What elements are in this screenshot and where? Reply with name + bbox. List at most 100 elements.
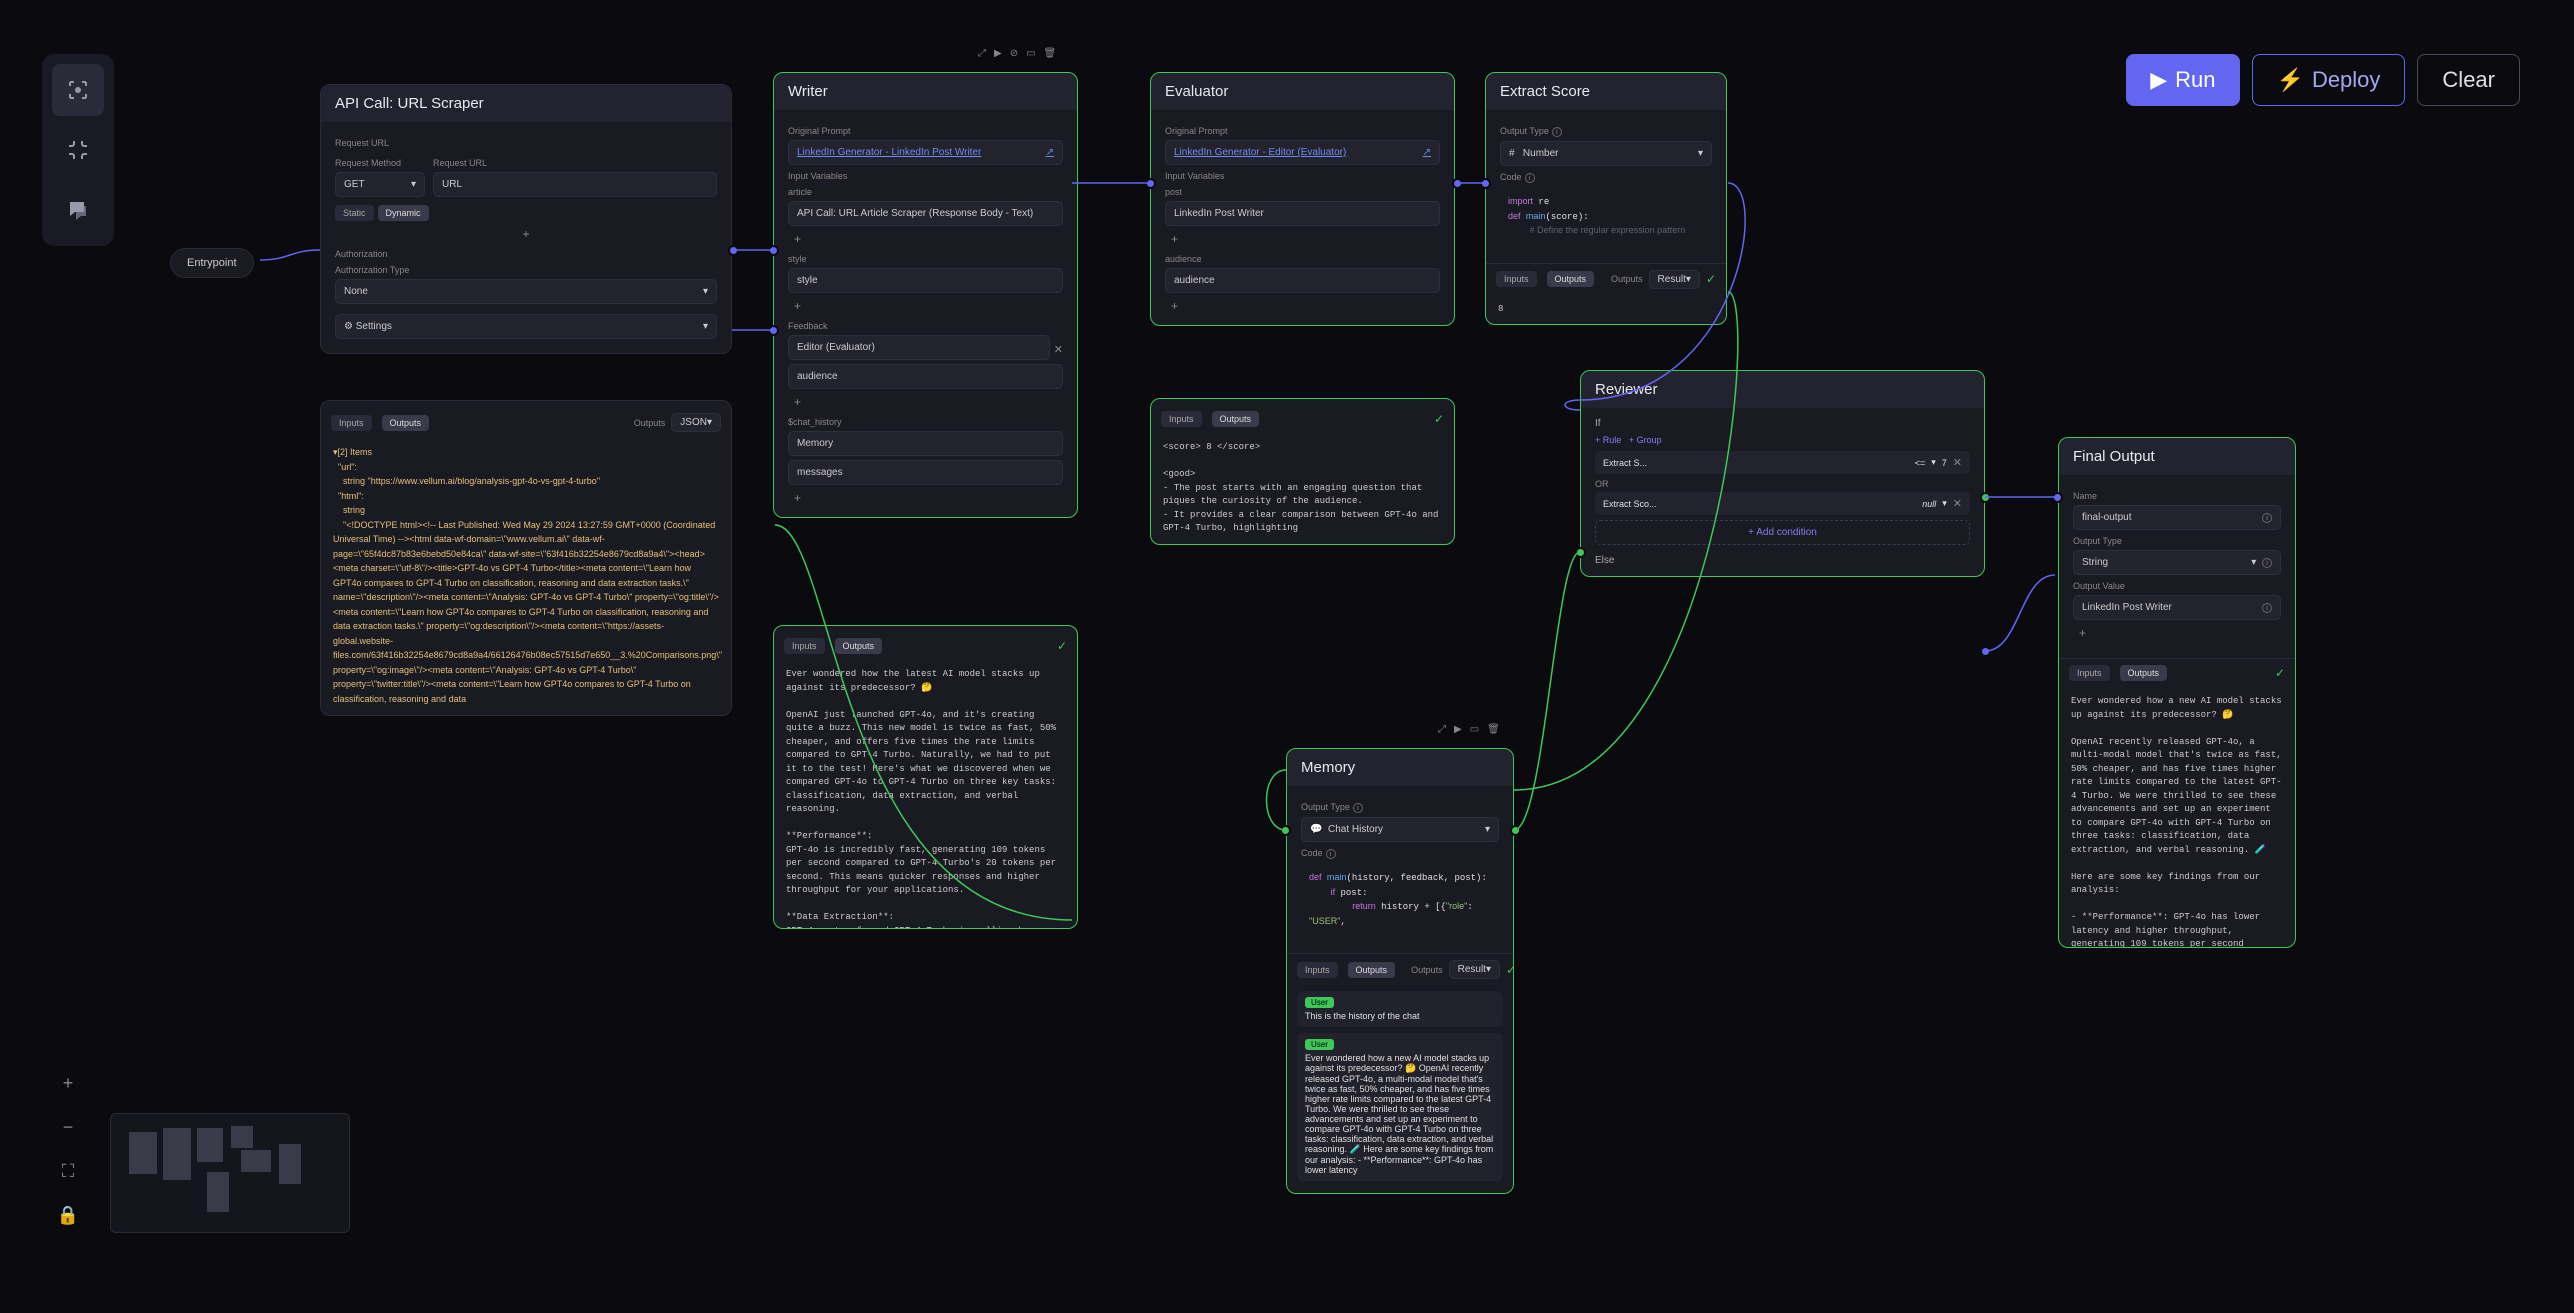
info-icon[interactable]: i — [1326, 849, 1336, 859]
expand-icon[interactable]: ⤢ — [1438, 724, 1446, 735]
outputs-tab[interactable]: Outputs — [1547, 271, 1595, 287]
add-var[interactable]: + — [1165, 297, 1440, 315]
port[interactable] — [1452, 178, 1463, 189]
add-var[interactable]: + — [788, 230, 1063, 248]
dynamic-tab[interactable]: Dynamic — [378, 205, 429, 221]
outputs-tab[interactable]: Outputs — [1348, 962, 1396, 978]
info-icon[interactable]: i — [2262, 558, 2272, 568]
stop-icon[interactable]: ⊘ — [1010, 48, 1018, 59]
play-icon[interactable]: ▶ — [1454, 724, 1462, 735]
inputs-tab[interactable]: Inputs — [784, 638, 825, 654]
inputs-tab[interactable]: Inputs — [1496, 271, 1537, 287]
select-tool[interactable] — [52, 64, 104, 116]
inputs-tab[interactable]: Inputs — [1161, 411, 1202, 427]
var-article[interactable]: API Call: URL Article Scraper (Response … — [788, 201, 1063, 226]
play-icon[interactable]: ▶ — [994, 48, 1002, 59]
port[interactable] — [1480, 178, 1491, 189]
port[interactable] — [1280, 825, 1291, 836]
code-editor[interactable]: def main(history, feedback, post): if po… — [1301, 863, 1499, 937]
final-val[interactable]: LinkedIn Post Writeri — [2073, 595, 2281, 620]
port[interactable] — [728, 245, 739, 256]
port[interactable] — [768, 245, 779, 256]
auth-select[interactable]: None▾ — [335, 279, 717, 304]
remove-icon[interactable]: ✕ — [1953, 456, 1962, 469]
result-select[interactable]: Result ▾ — [1649, 270, 1700, 289]
out-type-select[interactable]: # Number▾ — [1500, 141, 1712, 166]
inputs-tab[interactable]: Inputs — [1297, 962, 1338, 978]
code-tool[interactable] — [52, 124, 104, 176]
add-condition[interactable]: + Add condition — [1595, 520, 1970, 545]
var-aud[interactable]: audience — [1165, 268, 1440, 293]
add-field[interactable]: + — [335, 225, 717, 243]
node-final[interactable]: Final Output Name final-outputi Output T… — [2058, 437, 2296, 948]
add-var[interactable]: + — [1165, 230, 1440, 248]
info-icon[interactable]: i — [1525, 173, 1535, 183]
condition-row[interactable]: Extract S... <=▾ 7 ✕ — [1595, 451, 1970, 474]
output-format[interactable]: JSON ▾ — [671, 413, 721, 432]
copy-icon[interactable]: ▭ — [1026, 48, 1035, 59]
expand-icon[interactable]: ⤢ — [978, 48, 986, 59]
fb-editor[interactable]: Editor (Evaluator) — [788, 335, 1050, 360]
port[interactable] — [1145, 178, 1156, 189]
node-writer[interactable]: Writer Original Prompt LinkedIn Generato… — [773, 72, 1078, 518]
zoom-out[interactable]: − — [50, 1109, 86, 1145]
add-fb[interactable]: + — [788, 393, 1063, 411]
node-extract[interactable]: Extract Score Output Typei # Number▾ Cod… — [1485, 72, 1727, 325]
url-input[interactable]: URL — [433, 172, 717, 197]
minimap[interactable] — [110, 1113, 350, 1233]
prompt-link[interactable]: LinkedIn Generator - LinkedIn Post Write… — [788, 140, 1063, 165]
prompt-link[interactable]: LinkedIn Generator - Editor (Evaluator)↗ — [1165, 140, 1440, 165]
chat-tool[interactable] — [52, 184, 104, 236]
ch-memory[interactable]: Memory — [788, 431, 1063, 456]
final-type[interactable]: String▾ i — [2073, 550, 2281, 575]
node-reviewer[interactable]: Reviewer If + Rule + Group Extract S... … — [1580, 370, 1985, 577]
add-group[interactable]: + Group — [1629, 435, 1662, 445]
static-tab[interactable]: Static — [335, 205, 374, 221]
outputs-tab[interactable]: Outputs — [835, 638, 883, 654]
final-name[interactable]: final-outputi — [2073, 505, 2281, 530]
result-select[interactable]: Result ▾ — [1449, 960, 1500, 979]
var-post[interactable]: LinkedIn Post Writer — [1165, 201, 1440, 226]
add-ch[interactable]: + — [788, 489, 1063, 507]
info-icon[interactable]: i — [2262, 603, 2272, 613]
condition-row[interactable]: Extract Sco... null▾ ✕ — [1595, 492, 1970, 515]
add-var[interactable]: + — [788, 297, 1063, 315]
deploy-button[interactable]: ⚡Deploy — [2252, 54, 2406, 106]
ch-messages[interactable]: messages — [788, 460, 1063, 485]
inputs-tab[interactable]: Inputs — [331, 415, 372, 431]
outputs-tab[interactable]: Outputs — [382, 415, 430, 431]
node-api-call[interactable]: API Call: URL Scraper Request URL Reques… — [320, 84, 732, 354]
remove-icon[interactable]: ✕ — [1953, 497, 1962, 510]
settings-toggle[interactable]: ⚙ Settings▾ — [335, 314, 717, 339]
port[interactable] — [1575, 547, 1586, 558]
outputs-tab[interactable]: Outputs — [1212, 411, 1260, 427]
remove-icon[interactable]: ✕ — [1054, 343, 1063, 356]
var-style[interactable]: style — [788, 268, 1063, 293]
code-editor[interactable]: import redef main(score): # Define the r… — [1500, 187, 1712, 247]
node-evaluator[interactable]: Evaluator Original Prompt LinkedIn Gener… — [1150, 72, 1455, 326]
delete-icon[interactable]: 🗑 — [1487, 724, 1500, 735]
outputs-tab[interactable]: Outputs — [2120, 665, 2168, 681]
method-select[interactable]: GET▾ — [335, 172, 425, 197]
delete-icon[interactable]: 🗑 — [1044, 48, 1057, 59]
port[interactable] — [1980, 646, 1991, 657]
port[interactable] — [1980, 492, 1991, 503]
add-output[interactable]: + — [2073, 624, 2281, 642]
clear-button[interactable]: Clear — [2417, 54, 2520, 106]
out-type-select[interactable]: 💬 Chat History▾ — [1301, 817, 1499, 842]
port[interactable] — [1510, 825, 1521, 836]
fit-view[interactable]: ⛶ — [50, 1153, 86, 1189]
run-button[interactable]: ▶Run — [2126, 54, 2239, 106]
port[interactable] — [768, 325, 779, 336]
inputs-tab[interactable]: Inputs — [2069, 665, 2110, 681]
copy-icon[interactable]: ▭ — [1470, 724, 1479, 735]
entrypoint-node[interactable]: Entrypoint — [170, 248, 254, 278]
info-icon[interactable]: i — [1552, 127, 1562, 137]
info-icon[interactable]: i — [2262, 513, 2272, 523]
fb-audience[interactable]: audience — [788, 364, 1063, 389]
node-memory[interactable]: Memory Output Typei 💬 Chat History▾ Code… — [1286, 748, 1514, 1194]
add-rule[interactable]: + Rule — [1595, 435, 1621, 445]
lock-view[interactable]: 🔒 — [50, 1197, 86, 1233]
info-icon[interactable]: i — [1353, 803, 1363, 813]
zoom-in[interactable]: + — [50, 1065, 86, 1101]
